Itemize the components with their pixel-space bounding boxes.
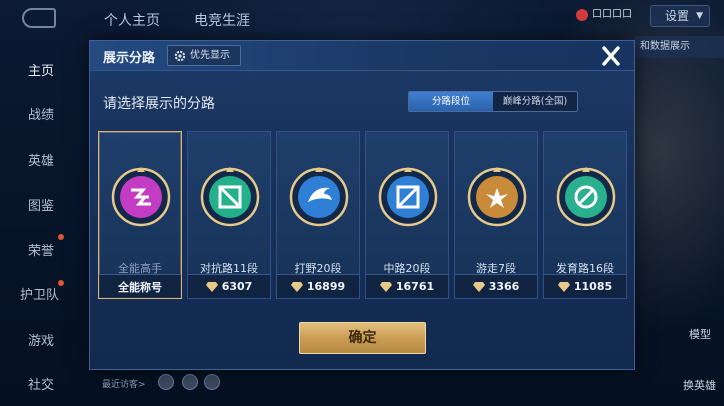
lane-card-footer: 16899 <box>277 274 359 298</box>
lane-card-clash-lane[interactable]: 对抗路11段 6307 <box>187 131 271 299</box>
lane-score: 11085 <box>573 280 613 293</box>
settings-label: 设置 <box>665 9 690 23</box>
lane-card-footer: 全能称号 <box>99 274 181 298</box>
change-hero-button[interactable]: 换英雄 <box>683 377 716 393</box>
tab-esports-career[interactable]: 电竞生涯 <box>194 10 250 30</box>
notification-dot-icon <box>58 234 64 240</box>
tab-profile[interactable]: 个人主页 <box>104 10 160 30</box>
notification-badge[interactable]: 口口口口 <box>574 4 644 26</box>
avatar[interactable] <box>204 374 220 390</box>
lane-card-roam[interactable]: 游走7段 3366 <box>454 131 538 299</box>
priority-label: 优先显示 <box>190 50 230 61</box>
badge-text: 口口口口 <box>592 9 632 20</box>
settings-button[interactable]: 设置 ▼ <box>650 5 710 27</box>
sidebar-item-heroes[interactable]: 英雄 <box>28 150 54 169</box>
lane-card-farm-lane[interactable]: 发育路16段 11085 <box>543 131 627 299</box>
sidebar-item-games[interactable]: 游戏 <box>28 330 54 349</box>
top-bar: 个人主页 电竞生涯 口口口口 设置 ▼ <box>0 0 724 36</box>
mid-lane-emblem-icon <box>378 167 438 227</box>
diamond-icon <box>379 281 392 292</box>
all-round-title-text: 全能称号 <box>118 280 162 294</box>
avatar[interactable] <box>158 374 174 390</box>
lane-card-mid-lane[interactable]: 中路20段 16761 <box>365 131 449 299</box>
lane-score: 3366 <box>488 280 520 293</box>
tab-lane-rank[interactable]: 分路段位 <box>409 92 493 111</box>
lane-score: 16761 <box>395 280 435 293</box>
priority-display-button[interactable]: 优先显示 <box>167 45 241 66</box>
diamond-icon <box>557 281 570 292</box>
jungle-emblem-icon <box>289 167 349 227</box>
lane-card-footer: 3366 <box>455 274 537 298</box>
clash-lane-emblem-icon <box>200 167 260 227</box>
side-nav: 主页 战绩 英雄 图鉴 荣誉 护卫队 游戏 社交 <box>0 44 80 406</box>
sidebar-item-guard[interactable]: 护卫队 <box>20 284 59 303</box>
all-round-emblem-icon <box>111 167 171 227</box>
sidebar-item-social[interactable]: 社交 <box>28 374 54 393</box>
dialog-header: 展示分路 优先显示 <box>90 41 634 71</box>
diamond-icon <box>472 281 485 292</box>
sidebar-item-home[interactable]: 主页 <box>28 60 54 79</box>
notification-dot-icon <box>58 280 64 286</box>
lane-mode-switch: 分路段位 巅峰分路(全国) <box>408 91 578 112</box>
avatar[interactable] <box>182 374 198 390</box>
select-lane-prompt: 请选择展示的分路 <box>103 96 215 112</box>
back-button[interactable] <box>22 8 56 28</box>
roam-emblem-icon <box>467 167 527 227</box>
lane-card-footer: 16761 <box>366 274 448 298</box>
model-button[interactable]: 模型 <box>689 326 711 342</box>
lane-score: 16899 <box>306 280 346 293</box>
sidebar-item-gallery[interactable]: 图鉴 <box>28 195 54 214</box>
farm-lane-emblem-icon <box>556 167 616 227</box>
sidebar-item-honor[interactable]: 荣誉 <box>28 240 54 259</box>
diamond-icon <box>205 281 218 292</box>
close-icon[interactable] <box>596 42 626 70</box>
tab-peak-lane[interactable]: 巅峰分路(全国) <box>493 92 577 111</box>
lane-score: 6307 <box>221 280 253 293</box>
lane-card-footer: 11085 <box>544 274 626 298</box>
chevron-down-icon: ▼ <box>696 11 703 21</box>
recent-visitors-label[interactable]: 最近访客> <box>102 377 146 390</box>
gear-icon <box>174 50 186 62</box>
sidebar-item-record[interactable]: 战绩 <box>28 104 54 123</box>
lane-card-list: 全能高手 全能称号 对抗路11段 6307 打野20段 16899 中路20段 … <box>98 131 628 301</box>
badge-icon <box>576 9 588 21</box>
lane-display-dialog: 展示分路 优先显示 请选择展示的分路 分路段位 巅峰分路(全国) 全能高手 全能… <box>89 40 635 370</box>
lane-card-all-round[interactable]: 全能高手 全能称号 <box>98 131 182 299</box>
diamond-icon <box>290 281 303 292</box>
confirm-button[interactable]: 确定 <box>299 322 426 354</box>
dialog-title: 展示分路 <box>103 51 156 66</box>
lane-card-jungle[interactable]: 打野20段 16899 <box>276 131 360 299</box>
lane-card-footer: 6307 <box>188 274 270 298</box>
data-display-button[interactable]: 和数据展示 <box>634 36 724 58</box>
